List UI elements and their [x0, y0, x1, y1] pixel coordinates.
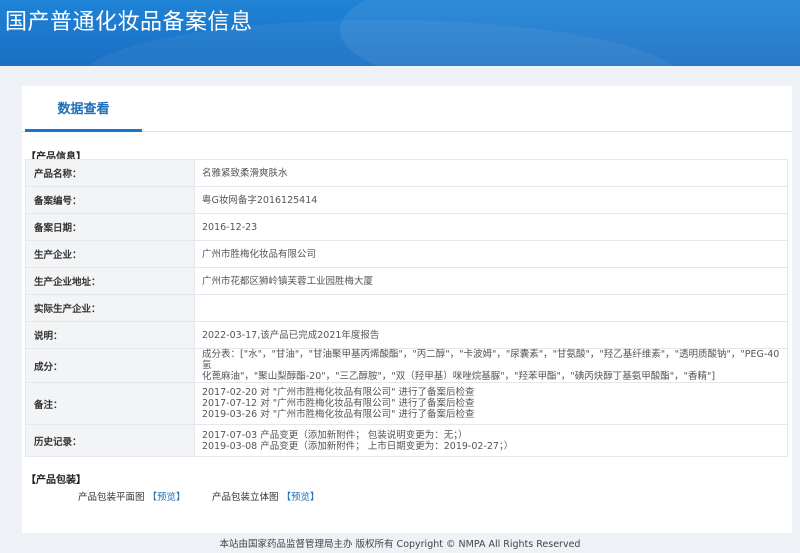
description-value: 2022-03-17,该产品已完成2021年度报告	[194, 321, 788, 349]
packaging-flat-label: 产品包装平面图	[78, 492, 145, 503]
ingredients-line: 成分表：["水"，"甘油"，"甘油聚甲基丙烯酸酯"，"丙二醇"，"卡波姆"，"尿…	[202, 349, 780, 371]
row-label: 生产企业地址：	[25, 267, 195, 295]
remark-line: 2017-02-20 对 "广州市胜梅化妆品有限公司" 进行了备案后检查	[202, 387, 475, 398]
table-row: 备注： 2017-02-20 对 "广州市胜梅化妆品有限公司" 进行了备案后检查…	[25, 382, 788, 425]
table-row: 生产企业地址： 广州市花都区狮岭镇芙蓉工业园胜梅大厦	[25, 267, 788, 295]
row-label: 成分：	[25, 348, 195, 383]
tab-bar: 数据查看	[22, 86, 792, 132]
product-name-value: 名雅紧致柔滑爽肤水	[194, 159, 788, 187]
row-label: 备案日期：	[25, 213, 195, 241]
row-label: 实际生产企业：	[25, 294, 195, 322]
packaging-3d-preview-link[interactable]: 【预览】	[282, 492, 320, 503]
packaging-flat-item: 产品包装平面图 【预览】	[78, 489, 186, 503]
remark-line: 2017-07-12 对 "广州市胜梅化妆品有限公司" 进行了备案后检查	[202, 398, 475, 409]
packaging-3d-item: 产品包装立体图 【预览】	[212, 489, 320, 503]
ingredients-value: 成分表：["水"，"甘油"，"甘油聚甲基丙烯酸酯"，"丙二醇"，"卡波姆"，"尿…	[194, 348, 788, 383]
row-label: 备注：	[25, 382, 195, 425]
page-footer: 本站由国家药品监督管理局主办 版权所有 Copyright © NMPA All…	[219, 539, 581, 550]
site-title: 国产普通化妆品备案信息	[5, 10, 253, 35]
tab-data-view[interactable]: 数据查看	[25, 86, 142, 132]
packaging-heading: 【产品包装】	[26, 475, 86, 486]
row-label: 生产企业：	[25, 240, 195, 268]
table-row: 历史记录： 2017-07-03 产品变更（添加新附件； 包装说明变更为：无；）…	[25, 424, 788, 457]
row-label: 说明：	[25, 321, 195, 349]
registration-number-value: 粤G妆网备字2016125414	[194, 186, 788, 214]
row-label: 历史记录：	[25, 424, 195, 457]
actual-manufacturer-value	[194, 294, 788, 322]
table-row: 实际生产企业：	[25, 294, 788, 322]
row-label: 备案编号：	[25, 186, 195, 214]
table-row: 备案编号： 粤G妆网备字2016125414	[25, 186, 788, 214]
table-row: 生产企业： 广州市胜梅化妆品有限公司	[25, 240, 788, 268]
table-row: 备案日期： 2016-12-23	[25, 213, 788, 241]
packaging-flat-preview-link[interactable]: 【预览】	[148, 492, 186, 503]
row-label: 产品名称：	[25, 159, 195, 187]
product-info-table: 产品名称： 名雅紧致柔滑爽肤水 备案编号： 粤G妆网备字2016125414 备…	[25, 159, 788, 457]
history-line: 2017-07-03 产品变更（添加新附件； 包装说明变更为：无；）	[202, 429, 468, 441]
table-row: 产品名称： 名雅紧致柔滑爽肤水	[25, 159, 788, 187]
packaging-3d-label: 产品包装立体图	[212, 492, 279, 503]
manufacturer-address-value: 广州市花都区狮岭镇芙蓉工业园胜梅大厦	[194, 267, 788, 295]
history-value: 2017-07-03 产品变更（添加新附件； 包装说明变更为：无；） 2019-…	[194, 424, 788, 457]
table-row: 说明： 2022-03-17,该产品已完成2021年度报告	[25, 321, 788, 349]
remark-line: 2019-03-26 对 "广州市胜梅化妆品有限公司" 进行了备案后检查	[202, 409, 475, 420]
history-line: 2019-03-08 产品变更（添加新附件； 上市日期变更为：2019-02-2…	[202, 440, 514, 452]
remarks-value: 2017-02-20 对 "广州市胜梅化妆品有限公司" 进行了备案后检查 201…	[194, 382, 788, 425]
manufacturer-value: 广州市胜梅化妆品有限公司	[194, 240, 788, 268]
ingredients-line: 化蓖麻油"，"聚山梨醇酯-20"，"三乙醇胺"，"双（羟甲基）咪唑烷基脲"，"羟…	[202, 371, 716, 382]
page-header: 国产普通化妆品备案信息	[0, 0, 800, 66]
registration-date-value: 2016-12-23	[194, 213, 788, 241]
table-row: 成分： 成分表：["水"，"甘油"，"甘油聚甲基丙烯酸酯"，"丙二醇"，"卡波姆…	[25, 348, 788, 383]
content-panel: 数据查看 【产品信息】 产品名称： 名雅紧致柔滑爽肤水 备案编号： 粤G妆网备字…	[22, 86, 792, 533]
